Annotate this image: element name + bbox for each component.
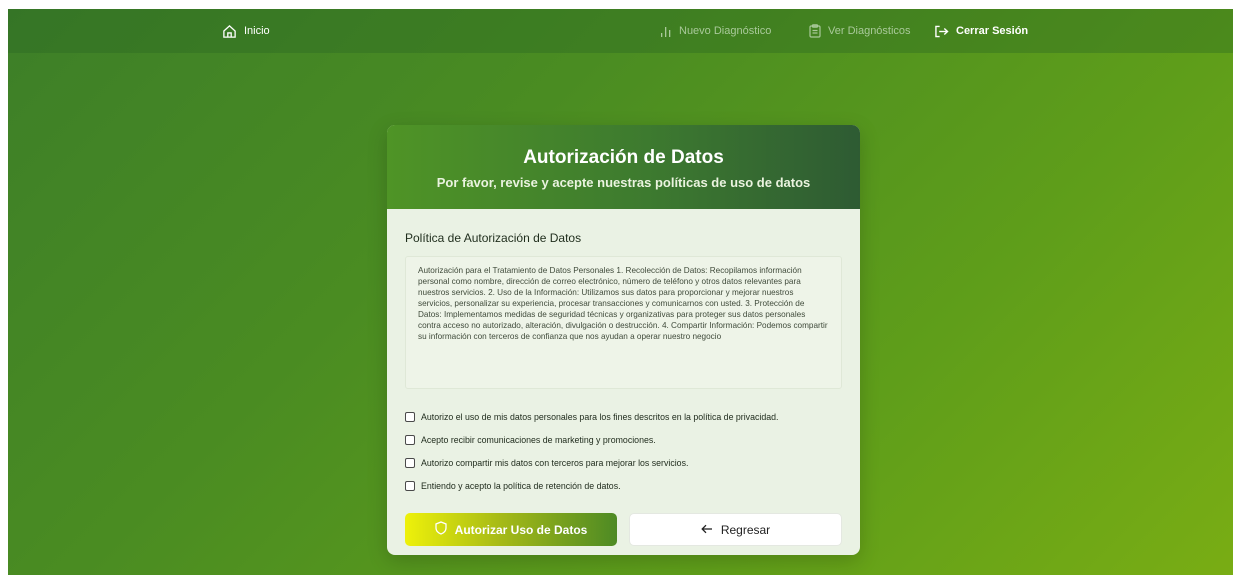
consent-item-retention[interactable]: Entiendo y acepto la política de retenci… [405, 474, 778, 497]
card-title: Autorización de Datos [523, 147, 724, 168]
bar-chart-icon [660, 25, 672, 38]
nav-new-label: Nuevo Diagnóstico [679, 25, 772, 37]
clipboard-icon [809, 24, 821, 38]
nav-home-label: Inicio [244, 25, 270, 37]
policy-text: Autorización para el Tratamiento de Dato… [418, 266, 828, 341]
checkbox-marketing[interactable] [405, 434, 415, 445]
authorization-card: Autorización de Datos Por favor, revise … [387, 125, 860, 555]
consent-item-third-parties[interactable]: Autorizo compartir mis datos con tercero… [405, 451, 778, 474]
policy-heading: Política de Autorización de Datos [405, 231, 582, 245]
policy-text-box[interactable]: Autorización para el Tratamiento de Dato… [405, 256, 842, 389]
shield-icon [435, 521, 447, 538]
back-button[interactable]: Regresar [629, 513, 842, 546]
back-button-label: Regresar [720, 522, 771, 537]
checkbox-retention[interactable] [405, 480, 415, 491]
nav-new-diagnosis-link[interactable]: Nuevo Diagnóstico [660, 9, 771, 53]
nav-logout-link[interactable]: Cerrar Sesión [934, 9, 1028, 53]
consent-label: Autorizo compartir mis datos con tercero… [421, 457, 689, 468]
nav-view-diagnoses-link[interactable]: Ver Diagnósticos [809, 9, 911, 53]
checkbox-personal-data[interactable] [405, 411, 415, 422]
checkbox-third-parties[interactable] [405, 457, 415, 468]
consent-item-marketing[interactable]: Acepto recibir comunicaciones de marketi… [405, 428, 778, 451]
home-icon [222, 24, 237, 39]
card-subtitle: Por favor, revise y acepte nuestras polí… [436, 175, 811, 190]
consent-label: Autorizo el uso de mis datos personales … [421, 411, 779, 422]
arrow-left-icon [701, 523, 713, 537]
consent-label: Entiendo y acepto la política de retenci… [421, 480, 621, 491]
nav-home-link[interactable]: Inicio [222, 9, 270, 53]
top-navbar: Inicio Nuevo Diagnóstico Ver Diagnóstico… [8, 9, 1233, 53]
consent-label: Acepto recibir comunicaciones de marketi… [421, 434, 656, 445]
consent-item-personal-data[interactable]: Autorizo el uso de mis datos personales … [405, 405, 778, 428]
authorize-button[interactable]: Autorizar Uso de Datos [405, 513, 617, 546]
app-background: Inicio Nuevo Diagnóstico Ver Diagnóstico… [8, 9, 1233, 575]
nav-logout-label: Cerrar Sesión [956, 25, 1029, 37]
nav-view-label: Ver Diagnósticos [828, 25, 911, 37]
card-header: Autorización de Datos Por favor, revise … [387, 125, 860, 209]
consent-checkbox-list: Autorizo el uso de mis datos personales … [405, 405, 778, 497]
logout-icon [934, 25, 949, 38]
authorize-button-label: Autorizar Uso de Datos [454, 522, 588, 537]
